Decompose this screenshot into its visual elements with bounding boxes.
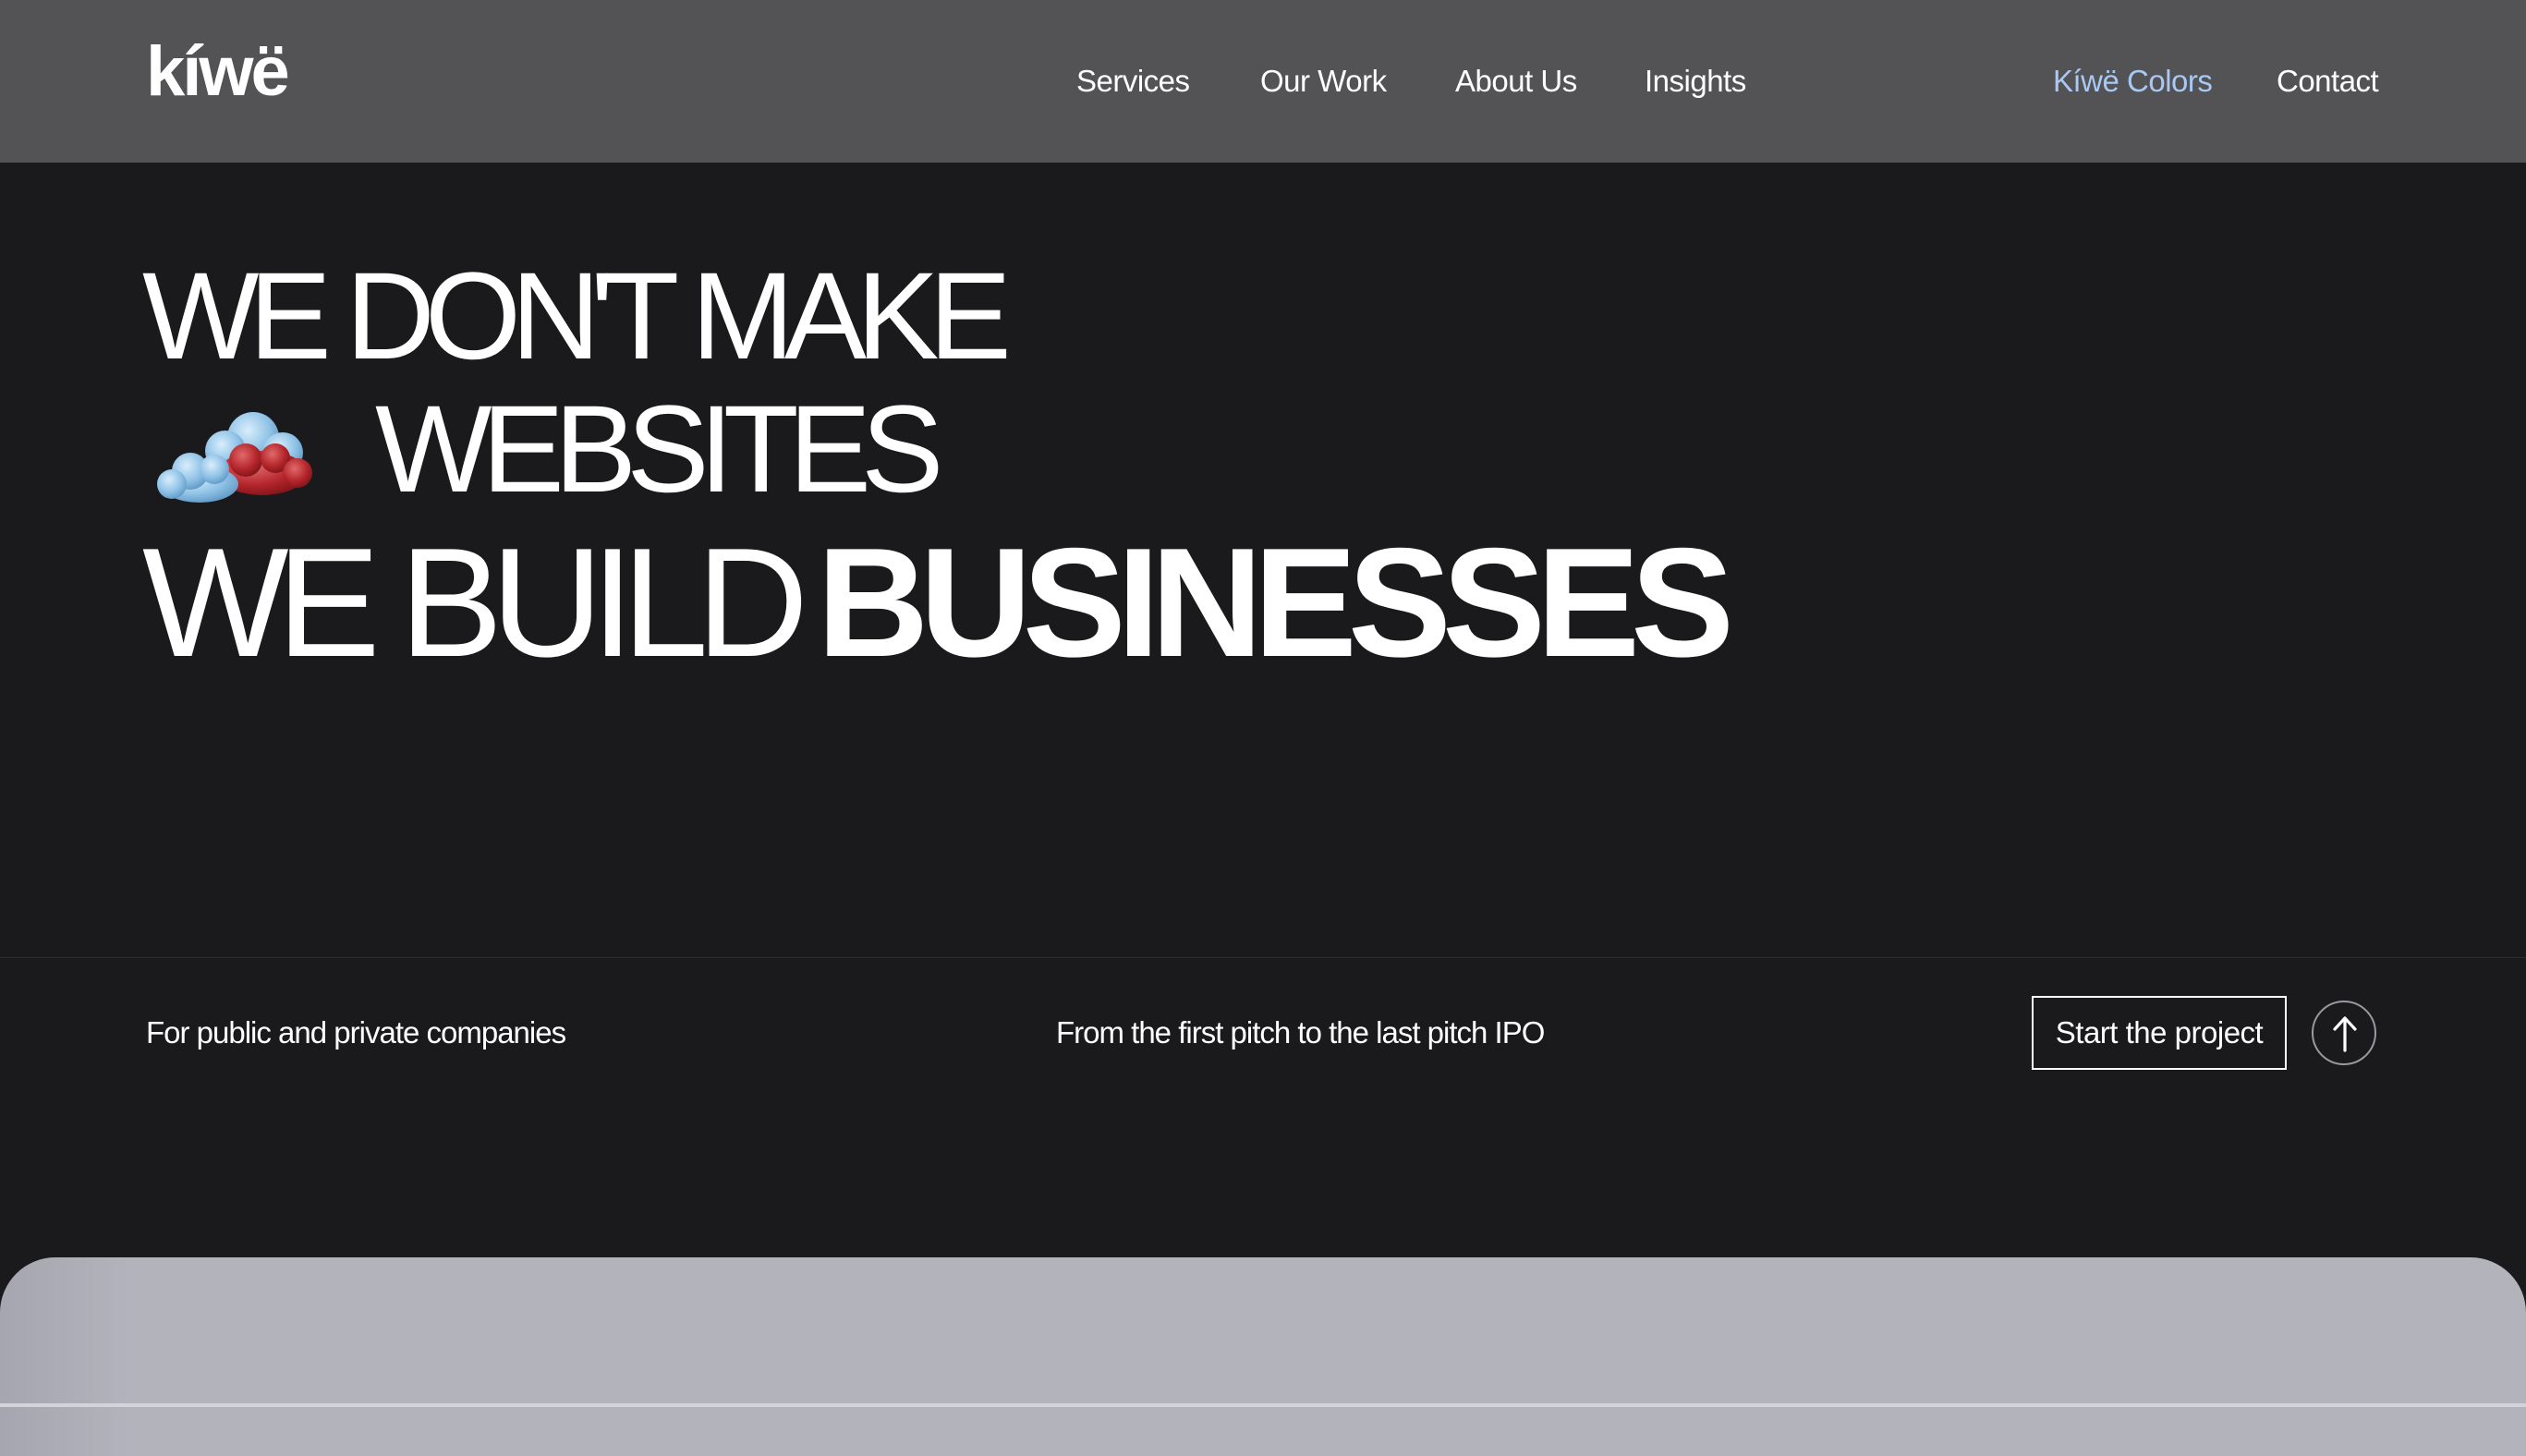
- page: kíwë Services Our Work About Us Insights…: [0, 0, 2526, 1456]
- start-project-button[interactable]: Start the project: [2032, 996, 2287, 1070]
- tagline-left: For public and private companies: [146, 1015, 566, 1050]
- logo[interactable]: kíwë: [146, 37, 290, 107]
- nav-our-work[interactable]: Our Work: [1260, 63, 1387, 100]
- nav-kiwe-colors[interactable]: Kíwë Colors: [2053, 63, 2213, 100]
- site-header: kíwë Services Our Work About Us Insights…: [0, 0, 2526, 163]
- cloud-icon: [157, 412, 312, 503]
- hero-line-2: WEBSITES: [375, 381, 943, 518]
- nav-contact[interactable]: Contact: [2277, 63, 2379, 100]
- scroll-top-button[interactable]: [2312, 1001, 2376, 1065]
- tagline-middle: From the first pitch to the last pitch I…: [1056, 1015, 1545, 1050]
- arrow-up-icon: [2333, 1016, 2357, 1052]
- hero-line-3-bold: BUSINESSES: [817, 516, 1734, 689]
- hero-line-3-light: WE BUILD: [142, 516, 808, 689]
- divider: [0, 957, 2526, 958]
- hero-line-3: WE BUILD BUSINESSES: [142, 525, 1734, 680]
- nav-services[interactable]: Services: [1076, 63, 1190, 100]
- next-section-panel: [0, 1257, 2526, 1456]
- nav-insights[interactable]: Insights: [1645, 63, 1746, 100]
- hero-line-1: WE DON'T MAKE: [142, 248, 1012, 385]
- nav-about-us[interactable]: About Us: [1455, 63, 1577, 100]
- panel-shade: [0, 1257, 129, 1456]
- panel-divider: [0, 1403, 2526, 1407]
